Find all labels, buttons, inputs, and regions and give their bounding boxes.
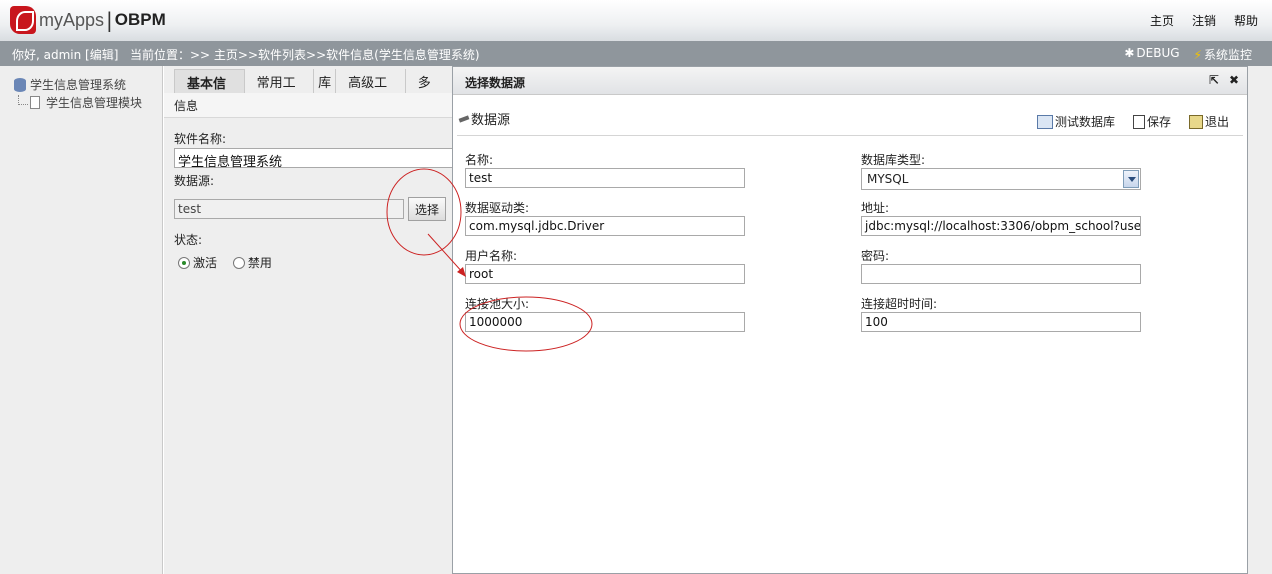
timeout-input[interactable]: 100 xyxy=(861,312,1141,332)
info-section-header: 信息 xyxy=(164,93,452,118)
status-active-radio[interactable]: 激活 xyxy=(178,254,217,271)
status-disabled-label: 禁用 xyxy=(247,256,272,270)
test-database-button[interactable]: 测试数据库 xyxy=(1036,113,1115,130)
logo: myApps | OBPM xyxy=(10,6,166,34)
breadcrumb: 当前位置：>> 主页>>软件列表>>软件信息(学生信息管理系统) xyxy=(130,48,480,62)
software-form: 软件名称: 学生信息管理系统 数据源: test 选择 状态: 激活 禁用 xyxy=(174,130,464,272)
test-database-icon xyxy=(1036,114,1053,129)
dialog-heading: 数据源 xyxy=(458,109,511,128)
save-icon xyxy=(1132,114,1145,129)
status-disabled-radio[interactable]: 禁用 xyxy=(232,254,272,271)
close-icon[interactable]: ✖ xyxy=(1229,73,1239,87)
tab-basic-info[interactable]: 基本信息 xyxy=(174,69,245,111)
tab-multilanguage[interactable]: 多语 xyxy=(406,69,452,110)
dialog-titlebar: 选择数据源 ⇱ ✖ xyxy=(453,67,1247,95)
status-label: 状态: xyxy=(174,233,203,247)
software-name-field[interactable]: 学生信息管理系统 xyxy=(174,148,464,170)
password-field-group: 密码: xyxy=(861,247,1141,284)
select-datasource-button[interactable]: 选择 xyxy=(408,197,447,221)
pool-size-field-group: 连接池大小: 1000000 xyxy=(465,295,745,332)
system-monitor-label: 系统监控 xyxy=(1203,48,1252,62)
bug-icon: ✱ xyxy=(1124,46,1135,60)
timeout-label: 连接超时时间: xyxy=(861,297,938,311)
username-field-group: 用户名称: root xyxy=(465,247,745,284)
dbtype-selected-value: MYSQL xyxy=(867,172,909,186)
password-label: 密码: xyxy=(861,249,890,263)
nav-bar: 你好, admin [编辑] 当前位置：>> 主页>>软件列表>>软件信息(学生… xyxy=(0,41,1272,66)
driver-label: 数据驱动类: xyxy=(465,201,530,215)
dialog-divider xyxy=(457,135,1243,136)
test-database-label: 测试数据库 xyxy=(1054,115,1115,129)
software-info-panel: 基本信息 常用工具 库 高级工具 多语 信息 软件名称: 学生信息管理系统 数据… xyxy=(164,66,464,574)
pool-size-label: 连接池大小: xyxy=(465,297,530,311)
tree-item-module[interactable]: 学生信息管理模块 xyxy=(18,94,142,111)
document-icon xyxy=(30,96,40,109)
dialog-title: 选择数据源 xyxy=(465,76,526,90)
dialog-controls: ⇱ ✖ xyxy=(1209,73,1239,87)
logout-link[interactable]: 注销 xyxy=(1192,12,1216,29)
dbtype-label: 数据库类型: xyxy=(861,153,926,167)
password-input[interactable] xyxy=(861,264,1141,284)
logo-text-obpm: OBPM xyxy=(114,10,166,29)
tab-common-tools[interactable]: 常用工具 xyxy=(245,69,315,110)
top-links: 主页 注销 帮助 xyxy=(1150,12,1258,29)
save-label: 保存 xyxy=(1146,115,1171,129)
help-link[interactable]: 帮助 xyxy=(1234,12,1258,29)
pencil-icon xyxy=(458,114,470,123)
tree-item-module-label: 学生信息管理模块 xyxy=(46,96,143,110)
tab-library[interactable]: 库 xyxy=(314,69,337,93)
driver-input[interactable]: com.mysql.jdbc.Driver xyxy=(465,216,745,236)
lightning-icon: ⚡ xyxy=(1193,48,1202,62)
driver-field-group: 数据驱动类: com.mysql.jdbc.Driver xyxy=(465,199,745,236)
status-active-label: 激活 xyxy=(193,256,218,270)
background-edge xyxy=(1248,66,1272,574)
nav-right-tools: ✱ DEBUG ⚡ 系统监控 xyxy=(1124,46,1252,63)
database-icon xyxy=(14,77,26,92)
user-greeting[interactable]: 你好, admin [编辑] xyxy=(12,46,118,63)
dialog-heading-label: 数据源 xyxy=(471,113,511,128)
chevron-down-icon[interactable] xyxy=(1123,170,1139,188)
popout-icon[interactable]: ⇱ xyxy=(1209,73,1219,87)
exit-label: 退出 xyxy=(1204,115,1229,129)
username-input[interactable]: root xyxy=(465,264,745,284)
url-label: 地址: xyxy=(861,201,890,215)
home-link[interactable]: 主页 xyxy=(1150,12,1174,29)
tree-item-system[interactable]: 学生信息管理系统 xyxy=(14,76,126,93)
radio-unchecked-icon xyxy=(232,256,245,269)
dbtype-select[interactable]: MYSQL xyxy=(861,168,1141,190)
select-datasource-dialog: 选择数据源 ⇱ ✖ 数据源 测试数据库 保存 退出 名称: test 数据驱动类… xyxy=(452,66,1248,574)
datasource-field[interactable]: test xyxy=(174,199,404,219)
software-name-label: 软件名称: xyxy=(174,132,227,146)
name-field-group: 名称: test xyxy=(465,151,745,188)
url-field-group: 地址: jdbc:mysql://localhost:3306/obpm_sch… xyxy=(861,199,1141,236)
radio-checked-icon xyxy=(178,256,190,269)
module-tree: 学生信息管理系统 学生信息管理模块 xyxy=(0,66,163,574)
debug-link[interactable]: ✱ DEBUG xyxy=(1124,46,1179,63)
exit-icon xyxy=(1188,114,1203,129)
dialog-toolbar: 测试数据库 保存 退出 xyxy=(1036,113,1229,130)
name-label: 名称: xyxy=(465,153,494,167)
logo-text-myapps: myApps xyxy=(39,9,105,30)
exit-button[interactable]: 退出 xyxy=(1188,113,1229,130)
system-monitor-link[interactable]: ⚡ 系统监控 xyxy=(1194,46,1252,63)
app-header: myApps | OBPM 主页 注销 帮助 xyxy=(0,0,1272,41)
timeout-field-group: 连接超时时间: 100 xyxy=(861,295,1141,332)
tab-bar: 基本信息 常用工具 库 高级工具 多语 xyxy=(174,69,452,111)
logo-separator: | xyxy=(106,8,113,32)
debug-label: DEBUG xyxy=(1136,46,1180,60)
logo-mark-icon xyxy=(10,6,36,34)
url-input[interactable]: jdbc:mysql://localhost:3306/obpm_school?… xyxy=(861,216,1141,236)
tree-connector xyxy=(18,94,28,105)
dbtype-field-group: 数据库类型: MYSQL xyxy=(861,151,1141,190)
save-button[interactable]: 保存 xyxy=(1132,113,1171,130)
tree-item-system-label: 学生信息管理系统 xyxy=(30,78,127,92)
username-label: 用户名称: xyxy=(465,249,518,263)
pool-size-input[interactable]: 1000000 xyxy=(465,312,745,332)
name-input[interactable]: test xyxy=(465,168,745,188)
tab-advanced-tools[interactable]: 高级工具 xyxy=(336,69,406,110)
datasource-label: 数据源: xyxy=(174,174,215,188)
